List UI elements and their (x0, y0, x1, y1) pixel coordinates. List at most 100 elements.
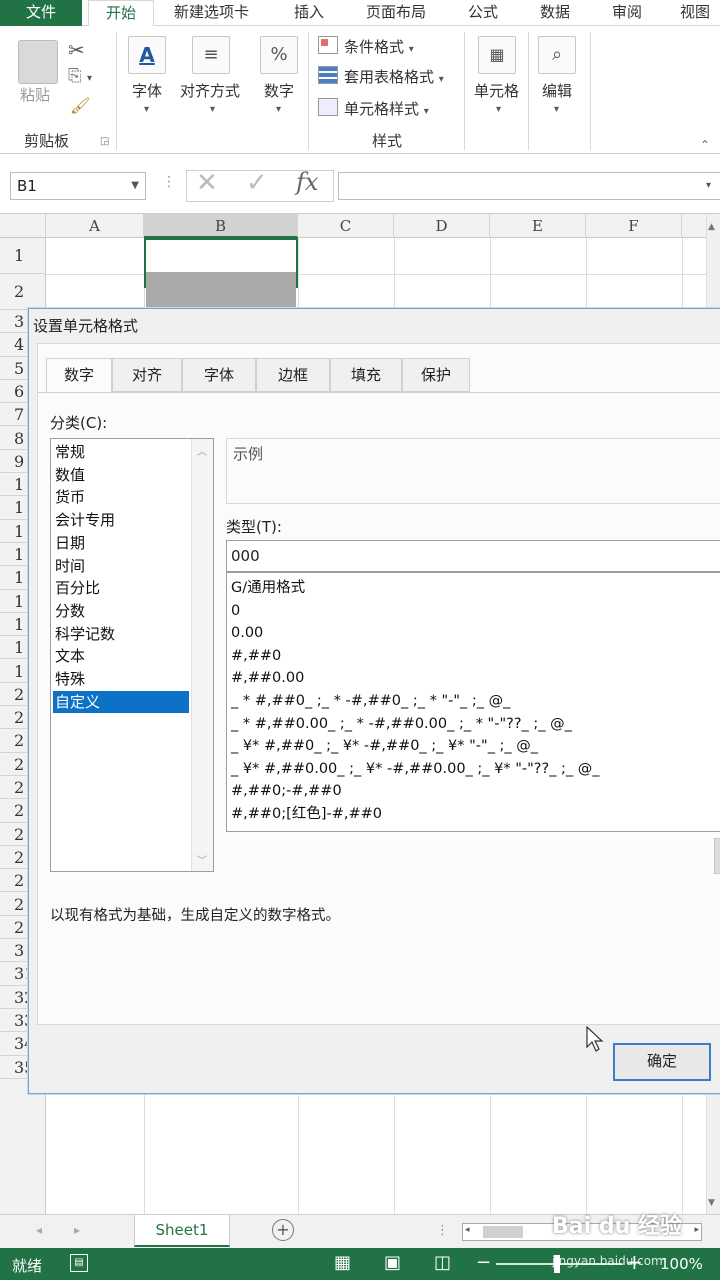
zoom-level[interactable]: 100% (660, 1255, 703, 1273)
tab-insert[interactable]: 插入 (294, 0, 324, 26)
format-code-item[interactable]: #,##0;-#,##0 (231, 780, 342, 802)
category-item[interactable]: 自定义 (53, 690, 189, 713)
category-item[interactable]: 数值 (53, 464, 189, 486)
name-box[interactable]: B1 ▼ (10, 172, 146, 200)
number-dropdown-icon[interactable]: ▾ (276, 104, 281, 115)
category-item[interactable]: 日期 (53, 532, 189, 554)
alignment-label[interactable]: 对齐方式 (180, 80, 240, 101)
tab-file[interactable]: 文件 (0, 0, 82, 26)
sheet-tab-sheet1[interactable]: Sheet1 (134, 1215, 230, 1247)
cells-dropdown-icon[interactable]: ▾ (496, 104, 501, 115)
cell-style-icon[interactable] (318, 98, 338, 116)
tab-data[interactable]: 数据 (540, 0, 570, 26)
tab-number[interactable]: 数字 (46, 358, 112, 394)
formula-input[interactable] (338, 172, 720, 200)
copy-icon[interactable]: ⎘ ▾ (68, 66, 92, 86)
zoom-out-icon[interactable]: − (476, 1252, 491, 1273)
tab-home[interactable]: 开始 (88, 0, 154, 27)
align-dropdown-icon[interactable]: ▾ (210, 104, 215, 115)
cells-label[interactable]: 单元格 (474, 80, 519, 101)
collapse-ribbon-icon[interactable]: ⌃ (700, 138, 710, 152)
table-format-icon[interactable] (318, 66, 338, 84)
enter-icon[interactable]: ✓ (246, 168, 268, 198)
tab-formulas[interactable]: 公式 (468, 0, 498, 26)
format-code-list[interactable]: G/通用格式 0 0.00 #,##0 #,##0.00 _ * #,##0_ ;_ * … (226, 572, 720, 832)
scroll-down-icon[interactable]: ﹀ (197, 852, 207, 867)
category-item[interactable]: 货币 (53, 486, 189, 508)
column-header-f[interactable]: F (586, 214, 682, 238)
table-format-label[interactable]: 套用表格格式 ▾ (344, 66, 444, 87)
scroll-left-icon[interactable]: ◂ (465, 1225, 470, 1235)
column-header-c[interactable]: C (298, 214, 394, 238)
cut-icon[interactable]: ✂ (68, 38, 85, 62)
format-code-item[interactable]: G/通用格式 (231, 577, 305, 599)
dialog-launcher-icon[interactable]: ◲ (100, 136, 109, 147)
scroll-up-icon[interactable]: ▲ (708, 222, 715, 232)
number-label[interactable]: 数字 (264, 80, 294, 101)
row-header[interactable]: 2 (0, 274, 46, 310)
tab-alignment[interactable]: 对齐 (112, 358, 182, 392)
insert-function-icon[interactable]: fx (296, 168, 318, 196)
format-code-item[interactable]: 0 (231, 600, 240, 622)
expand-formula-icon[interactable]: ▾ (706, 180, 711, 191)
format-code-item[interactable]: _ ¥* #,##0_ ;_ ¥* -#,##0_ ;_ ¥* "-"_ ;_ … (231, 735, 538, 757)
column-header-b[interactable]: B (144, 214, 298, 238)
tab-new[interactable]: 新建选项卡 (174, 0, 249, 26)
page-layout-view-icon[interactable]: ▣ (384, 1252, 401, 1273)
conditional-format-label[interactable]: 条件格式 ▾ (344, 36, 414, 57)
category-item[interactable]: 特殊 (53, 668, 189, 690)
column-header-d[interactable]: D (394, 214, 490, 238)
format-code-item[interactable]: #,##0.00 (231, 667, 304, 689)
add-sheet-icon[interactable]: + (272, 1219, 294, 1241)
category-item[interactable]: 百分比 (53, 577, 189, 599)
row-header[interactable]: 1 (0, 238, 46, 274)
tab-review[interactable]: 审阅 (612, 0, 642, 26)
prev-sheet-icon[interactable]: ◂ (36, 1223, 42, 1237)
type-input[interactable]: 000 (226, 540, 720, 572)
category-item[interactable]: 会计专用 (53, 509, 189, 531)
column-header-e[interactable]: E (490, 214, 586, 238)
format-code-item[interactable]: _ * #,##0_ ;_ * -#,##0_ ;_ * "-"_ ;_ @_ (231, 690, 510, 712)
format-code-item[interactable]: _ * #,##0.00_ ;_ * -#,##0.00_ ;_ * "-"??… (231, 713, 572, 735)
conditional-format-icon[interactable] (318, 36, 338, 54)
find-icon[interactable]: ⌕ (538, 36, 576, 74)
category-item[interactable]: 分数 (53, 600, 189, 622)
cells-icon[interactable]: ▦ (478, 36, 516, 74)
category-item[interactable]: 文本 (53, 645, 189, 667)
page-break-view-icon[interactable]: ◫ (434, 1252, 451, 1273)
format-code-item[interactable]: #,##0 (231, 645, 281, 667)
tab-fill[interactable]: 填充 (330, 358, 402, 392)
next-sheet-icon[interactable]: ▸ (74, 1223, 80, 1237)
cell-b2[interactable] (146, 272, 296, 308)
font-icon[interactable]: A (128, 36, 166, 74)
category-scrollbar[interactable]: ︿ ﹀ (191, 439, 213, 871)
align-icon[interactable]: ≡ (192, 36, 230, 74)
cancel-icon[interactable]: ✕ (196, 168, 218, 198)
scroll-down-icon[interactable]: ▼ (708, 1198, 715, 1208)
category-item[interactable]: 常规 (53, 441, 189, 463)
format-painter-icon[interactable]: 🖌 (70, 96, 90, 115)
cell-style-label[interactable]: 单元格样式 ▾ (344, 98, 429, 119)
editing-label[interactable]: 编辑 (542, 80, 572, 101)
paste-icon[interactable] (18, 40, 58, 84)
font-dropdown-icon[interactable]: ▾ (144, 104, 149, 115)
category-list[interactable]: ︿ ﹀ 常规 数值 货币 会计专用 日期 时间 百分比 分数 科学记数 文本 特殊 自定义 (50, 438, 214, 872)
splitter-icon[interactable]: ⋮ (436, 1223, 449, 1238)
tab-page-layout[interactable]: 页面布局 (366, 0, 426, 26)
macro-record-icon[interactable]: ▤ (70, 1254, 88, 1272)
percent-icon[interactable]: % (260, 36, 298, 74)
select-all-corner[interactable] (0, 214, 46, 238)
font-label[interactable]: 字体 (132, 80, 162, 101)
format-code-item[interactable]: 0.00 (231, 622, 263, 644)
tab-protection[interactable]: 保护 (402, 358, 470, 392)
scroll-up-icon[interactable]: ︿ (197, 443, 207, 458)
tab-font[interactable]: 字体 (182, 358, 256, 392)
tab-view[interactable]: 视图 (680, 0, 710, 26)
delete-button-edge[interactable] (714, 838, 720, 874)
scroll-right-icon[interactable]: ▸ (694, 1225, 699, 1235)
editing-dropdown-icon[interactable]: ▾ (554, 104, 559, 115)
category-item[interactable]: 时间 (53, 555, 189, 577)
ok-button[interactable]: 确定 (613, 1043, 711, 1081)
normal-view-icon[interactable]: ▦ (334, 1252, 351, 1273)
tab-border[interactable]: 边框 (256, 358, 330, 392)
